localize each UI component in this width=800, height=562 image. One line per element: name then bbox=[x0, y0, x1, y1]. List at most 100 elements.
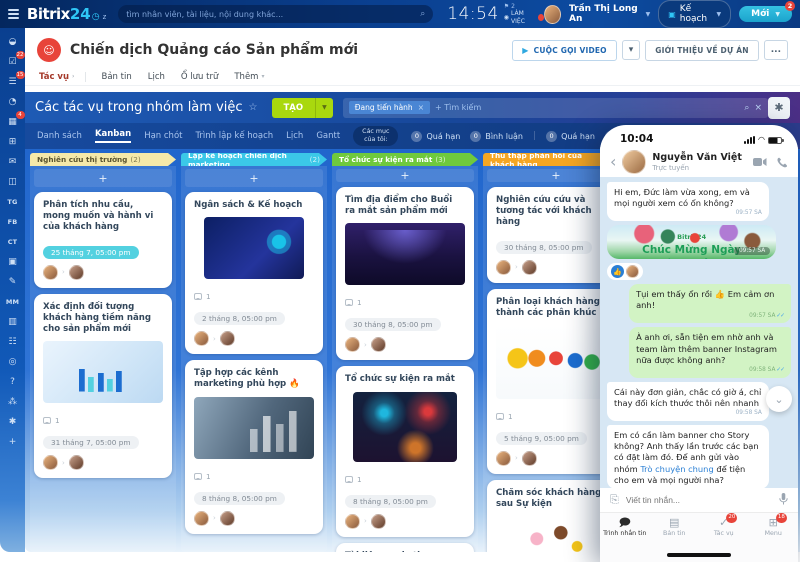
create-dropdown-icon[interactable]: ▼ bbox=[315, 97, 333, 118]
filter-tag[interactable]: Đang tiến hành × bbox=[348, 101, 430, 114]
counter-1[interactable]: 0 Bình luận bbox=[470, 130, 523, 142]
view-tab-kanban[interactable]: Kanban bbox=[94, 129, 132, 143]
contact-avatar[interactable] bbox=[622, 150, 647, 174]
view-tab-trình-lập-kế-hoạch[interactable]: Trình lập kế hoạch bbox=[195, 131, 273, 141]
message-reaction[interactable]: 👍 bbox=[607, 263, 643, 281]
task-card[interactable]: Tập hợp các kênh marketing phù hợp 🔥 1 8 t… bbox=[185, 360, 323, 534]
outgoing-message[interactable]: Tụi em thấy ổn rồi 👍 Em cảm ơn anh! 09:57… bbox=[629, 284, 791, 324]
sidebar-network-icon[interactable]: ⁂ bbox=[3, 392, 23, 411]
counter-0[interactable]: 0 Quá hạn bbox=[411, 130, 460, 142]
responsible-avatar[interactable] bbox=[370, 337, 386, 353]
bitrix24-logo[interactable]: Bitrix 24 ◷ z bbox=[27, 5, 106, 23]
sidebar-edit-icon[interactable]: ✎ bbox=[3, 272, 23, 291]
sidebar-add-icon[interactable]: + bbox=[3, 432, 23, 451]
incoming-message[interactable]: Em có cần làm banner cho Story không? An… bbox=[607, 424, 769, 488]
sidebar-mail-icon[interactable]: ✉ bbox=[3, 152, 23, 171]
scroll-down-button[interactable]: ⌄ bbox=[766, 386, 792, 412]
sidebar-help-icon[interactable]: ? bbox=[3, 372, 23, 391]
sidebar-feed-icon[interactable]: ☰ 15 bbox=[3, 71, 25, 91]
sidebar-docs-icon[interactable]: ☷ bbox=[3, 332, 23, 351]
sidebar-settings-icon[interactable]: ✱ bbox=[3, 412, 23, 431]
sidebar-time-icon[interactable]: ◔ bbox=[3, 92, 23, 111]
responsible-avatar[interactable] bbox=[68, 264, 84, 280]
sidebar-target-icon[interactable]: ◎ bbox=[3, 352, 23, 371]
chat-group-link[interactable]: Trò chuyện chung bbox=[640, 464, 713, 474]
phone-call-icon[interactable] bbox=[777, 157, 788, 168]
greeting-card-message[interactable]: Bitrix24Chúc Mừng NgàyGia đình Việt Nam0… bbox=[607, 225, 777, 260]
responsible-avatar[interactable] bbox=[521, 450, 537, 466]
view-tab-gantt[interactable]: Gantt bbox=[316, 131, 340, 141]
sidebar-crm-icon[interactable]: ▦ 4 bbox=[3, 111, 25, 131]
responsible-avatar[interactable] bbox=[219, 331, 235, 347]
board-settings-button[interactable]: ✱ bbox=[768, 96, 790, 119]
sidebar-contact-center[interactable]: CT bbox=[3, 232, 23, 251]
view-tab-danh-sách[interactable]: Danh sách bbox=[37, 131, 82, 141]
task-card[interactable]: Ngân sách & Kế hoạch 1 2 tháng 8, 05:00 pm… bbox=[185, 192, 323, 355]
creator-avatar[interactable] bbox=[43, 455, 58, 471]
remove-filter-icon[interactable]: × bbox=[418, 103, 424, 112]
incoming-message[interactable]: Hi em, Đức làm vừa xong, em và mọi người… bbox=[607, 182, 769, 222]
view-tab-lịch[interactable]: Lịch bbox=[286, 131, 303, 141]
user-avatar[interactable] bbox=[544, 4, 561, 24]
sidebar-drive-icon[interactable]: ◫ bbox=[3, 172, 23, 191]
more-button[interactable]: ... bbox=[763, 40, 788, 60]
task-card[interactable]: Xác định đối tượng khách hàng tiềm năng … bbox=[34, 293, 172, 479]
project-intro-button[interactable]: GIỚI THIỆU VỀ DỰ ÁN bbox=[645, 39, 759, 61]
workgroup-avatar[interactable]: ☺ bbox=[37, 38, 61, 62]
responsible-avatar[interactable] bbox=[370, 513, 386, 529]
hamburger-menu-icon[interactable] bbox=[8, 9, 19, 19]
responsible-avatar[interactable] bbox=[219, 510, 235, 526]
view-tab-hạn-chót[interactable]: Hạn chót bbox=[144, 131, 182, 141]
microphone-icon[interactable] bbox=[779, 492, 788, 508]
column-header[interactable]: Tổ chức sự kiện ra mắt (3) bbox=[332, 153, 478, 166]
task-card[interactable]: Tìm địa điểm cho Buổi ra mắt sản phẩm mớ… bbox=[336, 187, 474, 361]
tab-bản-tin[interactable]: Bản tin bbox=[102, 72, 132, 82]
sidebar-tasks-icon[interactable]: ☑ 22 bbox=[3, 51, 25, 71]
task-card[interactable]: Tổ chức sự kiện ra mắt 1 8 tháng 8, 05:00 … bbox=[336, 366, 474, 537]
video-call-dropdown[interactable]: ▾ bbox=[621, 40, 641, 60]
nav-messenger[interactable]: 🗩 Trình nhắn tin bbox=[600, 517, 650, 537]
outgoing-message[interactable]: À anh ơi, sẵn tiện em nhờ anh và team là… bbox=[629, 327, 791, 378]
counter-2[interactable]: 0 Quá hạn bbox=[546, 130, 595, 142]
search-icon[interactable]: ⌕ bbox=[744, 103, 749, 113]
creator-avatar[interactable] bbox=[345, 337, 360, 353]
incoming-message[interactable]: Cái này đơn giản, chắc có giờ á, chỉ tha… bbox=[607, 381, 769, 421]
favorite-star-icon[interactable]: ☆ bbox=[249, 102, 258, 113]
work-status[interactable]: ⚑ 2 ◉ LÀM VIỆC bbox=[504, 3, 545, 25]
sidebar-chart-icon[interactable]: ▥ bbox=[3, 312, 23, 331]
tab-thêm[interactable]: Thêm ▾ bbox=[234, 72, 264, 82]
sidebar-telegram-channel[interactable]: TG bbox=[3, 192, 23, 211]
creator-avatar[interactable] bbox=[496, 450, 511, 466]
task-filter-search[interactable]: Đang tiến hành × + Tìm kiếm ⌕ × bbox=[342, 97, 768, 118]
worktime-clock[interactable]: 14:54 bbox=[447, 4, 499, 24]
nav-menu[interactable]: ⊞ 18 Menu bbox=[749, 513, 799, 537]
column-header[interactable]: Lập kế hoạch chiến dịch marketing (2) bbox=[181, 153, 327, 166]
creator-avatar[interactable] bbox=[194, 510, 209, 526]
sidebar-camera-icon[interactable]: ▣ bbox=[3, 252, 23, 271]
task-card[interactable]: Phân tích nhu cầu, mong muốn và hành vi … bbox=[34, 192, 172, 288]
attach-icon[interactable]: ⎘ bbox=[610, 493, 619, 507]
tab-tác-vụ[interactable]: Tác vụ › bbox=[39, 71, 86, 82]
video-call-button[interactable]: ▶ CUỘC GỌI VIDEO bbox=[512, 39, 617, 61]
column-header[interactable]: Nghiên cứu thị trường (2) bbox=[30, 153, 176, 166]
sidebar-mm-channel[interactable]: MM bbox=[3, 292, 23, 311]
new-button[interactable]: Mới ▼ 2 bbox=[739, 1, 795, 22]
tab-ổ-lưu-trữ[interactable]: Ổ lưu trữ bbox=[181, 72, 218, 82]
creator-avatar[interactable] bbox=[345, 513, 360, 529]
creator-avatar[interactable] bbox=[496, 259, 511, 275]
creator-avatar[interactable] bbox=[194, 331, 209, 347]
sidebar-shop-icon[interactable]: ⊞ bbox=[3, 132, 23, 151]
message-input[interactable] bbox=[625, 495, 772, 505]
sidebar-messenger-icon[interactable]: ◒ bbox=[3, 32, 23, 51]
nav-tasks[interactable]: ✓ 20 Tác vụ bbox=[699, 513, 749, 537]
video-call-icon[interactable] bbox=[753, 157, 767, 167]
task-card[interactable]: Tài liệu marketing› bbox=[336, 542, 474, 552]
nav-feed[interactable]: ▤ Bản tin bbox=[650, 517, 700, 537]
add-card-button[interactable]: + bbox=[185, 169, 323, 187]
back-icon[interactable]: ‹ bbox=[610, 154, 616, 170]
add-card-button[interactable]: + bbox=[34, 169, 172, 187]
home-indicator[interactable] bbox=[600, 548, 798, 562]
creator-avatar[interactable] bbox=[43, 264, 58, 280]
responsible-avatar[interactable] bbox=[521, 259, 537, 275]
add-card-button[interactable]: + bbox=[336, 169, 474, 182]
